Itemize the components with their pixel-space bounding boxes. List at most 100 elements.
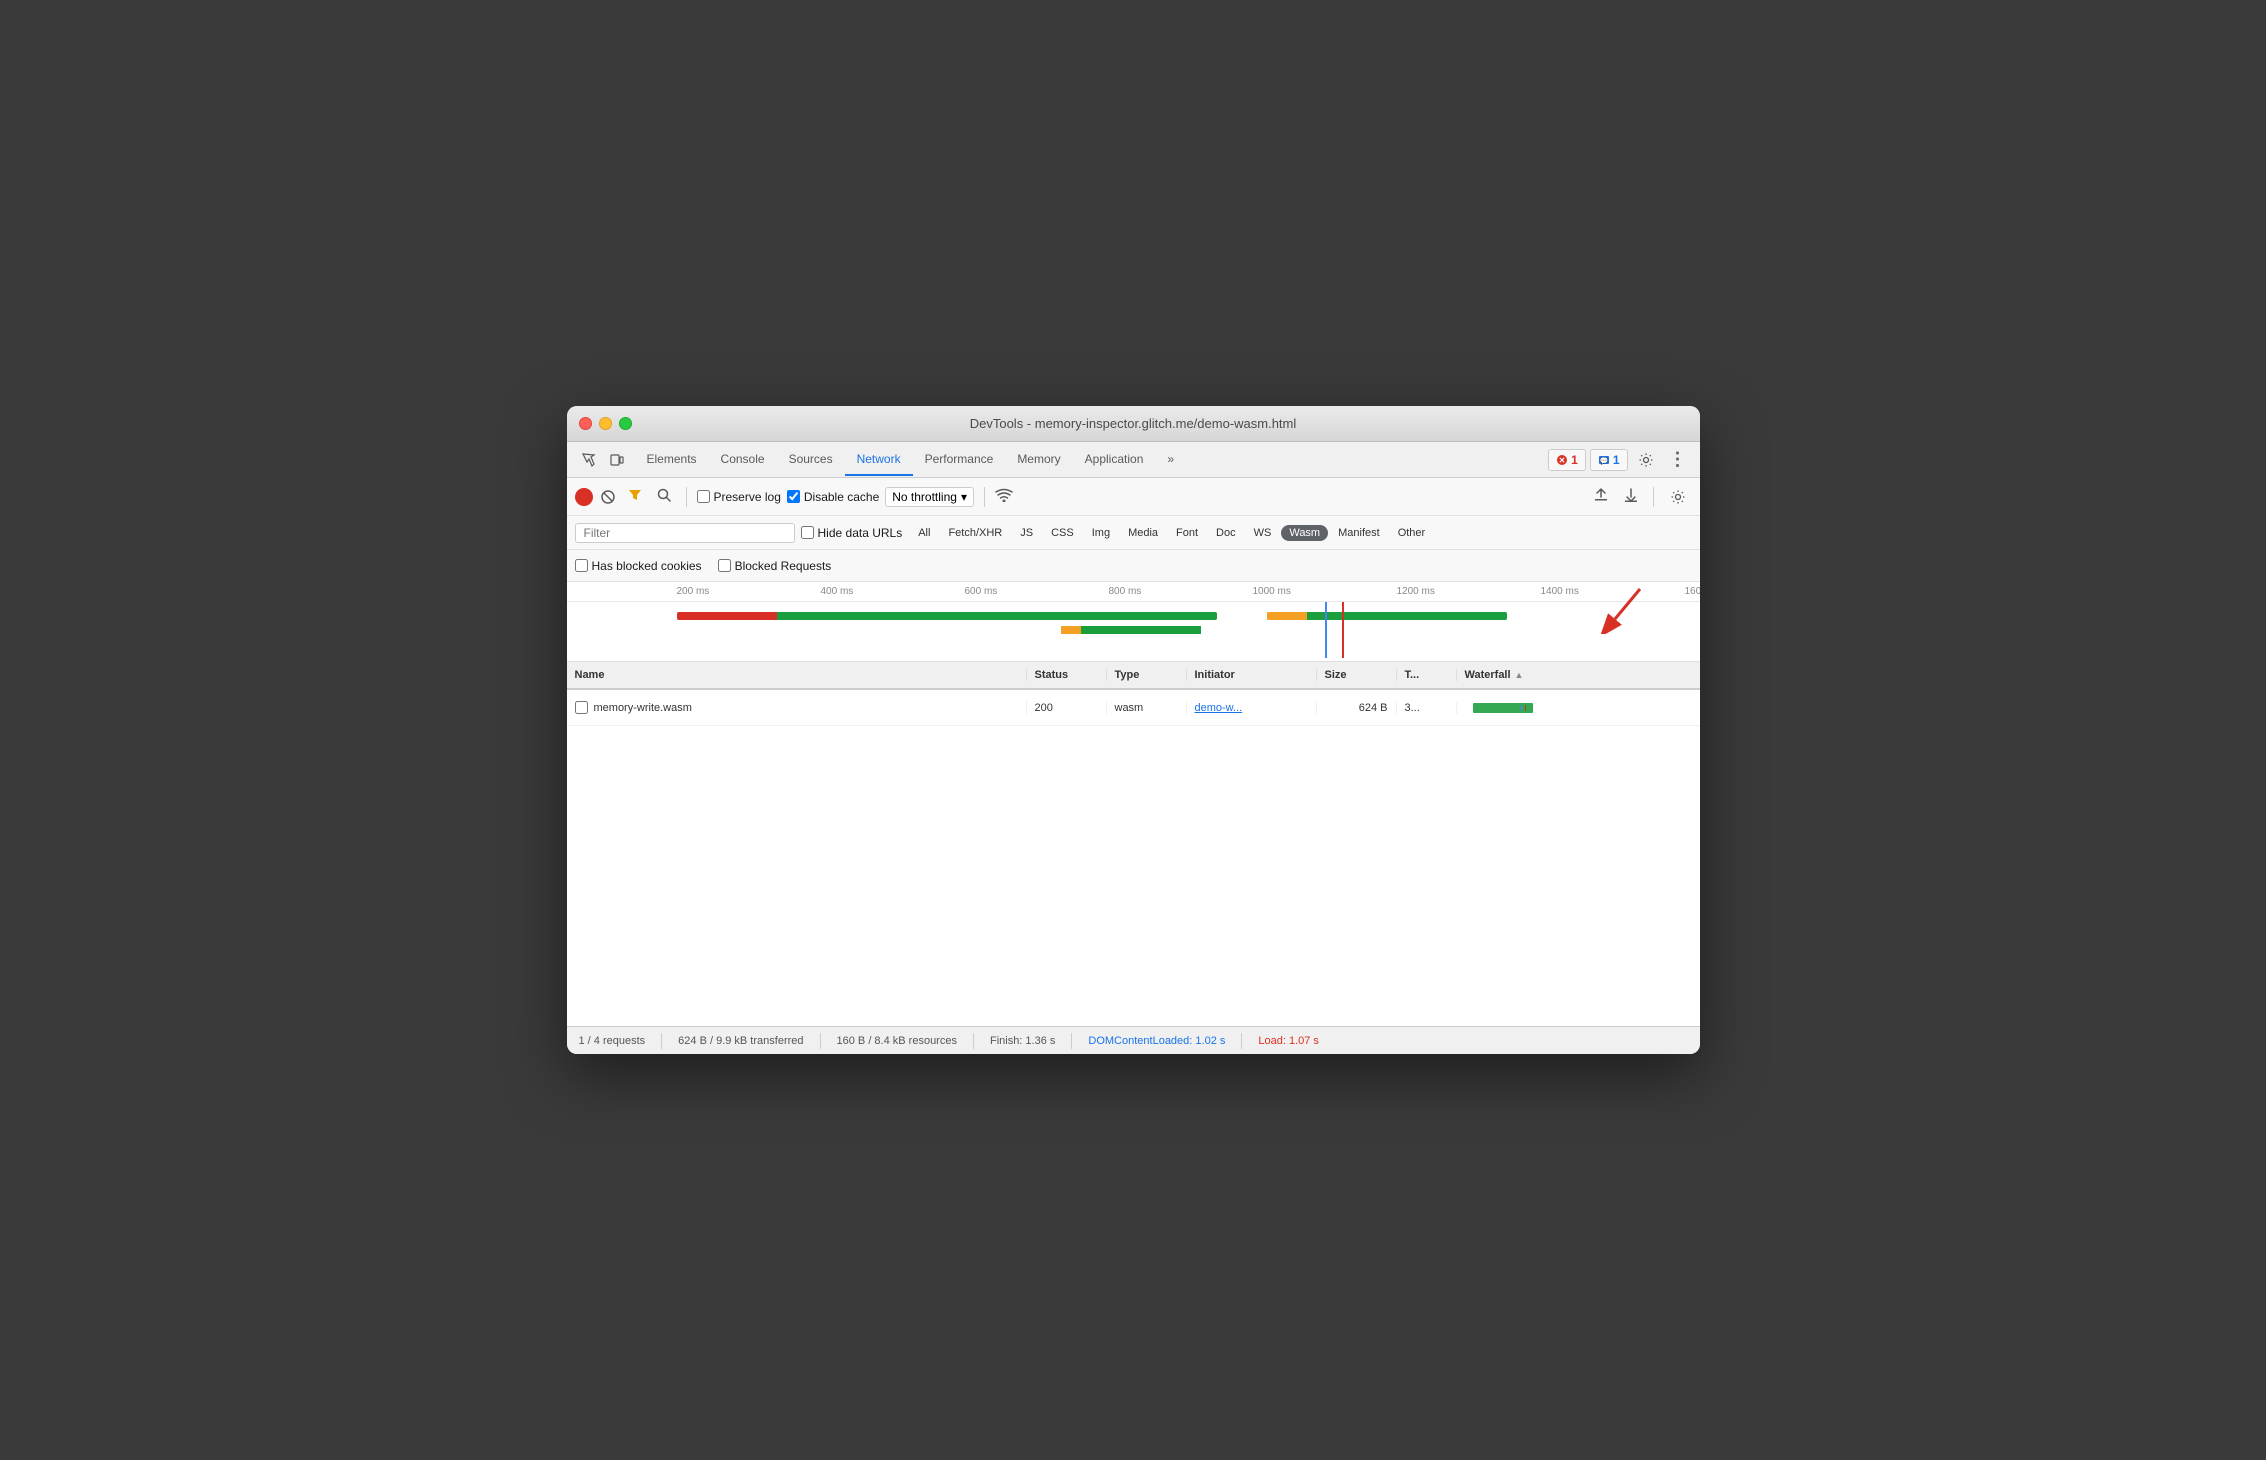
message-badge[interactable]: 💬 1 [1590, 449, 1628, 471]
tab-memory[interactable]: Memory [1005, 444, 1072, 476]
tab-console[interactable]: Console [709, 444, 777, 476]
filter-img[interactable]: Img [1084, 525, 1118, 541]
col-initiator[interactable]: Initiator [1187, 669, 1317, 681]
td-name: memory-write.wasm [567, 701, 1027, 714]
filter-font[interactable]: Font [1168, 525, 1206, 541]
download-icon[interactable] [1619, 485, 1643, 508]
svg-text:✕: ✕ [1559, 456, 1566, 465]
tab-application[interactable]: Application [1073, 444, 1156, 476]
ruler-mark-200: 200 ms [677, 586, 821, 597]
toolbar-right: ✕ 1 💬 1 ⋮ [1548, 446, 1691, 474]
tab-performance[interactable]: Performance [913, 444, 1006, 476]
table-header: Name Status Type Initiator Size T... Wat… [567, 662, 1700, 690]
filter-icon[interactable] [623, 485, 647, 508]
status-finish: Finish: 1.36 s [990, 1035, 1055, 1047]
status-divider-1 [661, 1033, 662, 1049]
sort-icon: ▲ [1515, 670, 1524, 680]
wf-blue-line [1520, 705, 1522, 711]
timeline-bar-1-red [677, 612, 777, 620]
throttling-selector[interactable]: No throttling ▾ [885, 487, 974, 507]
filter-all[interactable]: All [910, 525, 938, 541]
waterfall-bar [1473, 703, 1533, 713]
window-title: DevTools - memory-inspector.glitch.me/de… [970, 416, 1297, 431]
filter-doc[interactable]: Doc [1208, 525, 1244, 541]
search-icon[interactable] [653, 486, 676, 508]
status-dom-loaded: DOMContentLoaded: 1.02 s [1088, 1035, 1225, 1047]
td-status: 200 [1027, 702, 1107, 714]
td-waterfall [1457, 703, 1700, 713]
tab-more[interactable]: » [1155, 444, 1186, 476]
ruler-mark-1400: 1400 ms [1541, 586, 1685, 597]
ruler-mark-400: 400 ms [821, 586, 965, 597]
title-bar: DevTools - memory-inspector.glitch.me/de… [567, 406, 1700, 442]
more-options-icon[interactable]: ⋮ [1664, 446, 1692, 474]
maximize-button[interactable] [619, 417, 632, 430]
filter-other[interactable]: Other [1390, 525, 1434, 541]
record-button[interactable] [575, 488, 593, 506]
filter-js[interactable]: JS [1012, 525, 1041, 541]
timeline-vline-red [1342, 602, 1344, 658]
table-row[interactable]: memory-write.wasm 200 wasm demo-w... 624… [567, 690, 1700, 726]
preserve-log-checkbox[interactable]: Preserve log [697, 490, 781, 504]
col-status[interactable]: Status [1027, 669, 1107, 681]
timeline-bar-1-green [777, 612, 1217, 620]
blocked-requests-checkbox[interactable]: Blocked Requests [718, 559, 832, 573]
error-badge[interactable]: ✕ 1 [1548, 449, 1586, 471]
disable-cache-checkbox[interactable]: Disable cache [787, 490, 879, 504]
ruler-mark-1200: 1200 ms [1397, 586, 1541, 597]
tab-elements[interactable]: Elements [635, 444, 709, 476]
tab-network[interactable]: Network [845, 444, 913, 476]
col-waterfall[interactable]: Waterfall ▲ [1457, 669, 1700, 681]
ruler-mark-800: 800 ms [1109, 586, 1253, 597]
message-count: 1 [1613, 453, 1620, 467]
upload-icon[interactable] [1589, 485, 1613, 508]
status-divider-2 [820, 1033, 821, 1049]
timeline-bar-2-orange [1061, 626, 1081, 634]
td-time: 3... [1397, 702, 1457, 714]
minimize-button[interactable] [599, 417, 612, 430]
filter-ws[interactable]: WS [1246, 525, 1280, 541]
td-size: 624 B [1317, 702, 1397, 714]
network-table: Name Status Type Initiator Size T... Wat… [567, 662, 1700, 1026]
throttling-dropdown-icon: ▾ [961, 490, 967, 504]
filter-chips: Hide data URLs All Fetch/XHR JS CSS Img … [801, 525, 1434, 541]
tab-sources[interactable]: Sources [777, 444, 845, 476]
timeline-bar-3-orange [1267, 612, 1307, 620]
close-button[interactable] [579, 417, 592, 430]
timeline-bar-2-green [1081, 626, 1201, 634]
clear-button[interactable] [599, 488, 617, 506]
network-settings-icon[interactable] [1664, 483, 1692, 511]
col-time[interactable]: T... [1397, 669, 1457, 681]
devtools-tabs-bar: Elements Console Sources Network Perform… [567, 442, 1700, 478]
td-type: wasm [1107, 702, 1187, 714]
timeline-tracks [677, 602, 1700, 658]
filter-input[interactable] [575, 523, 795, 543]
filter-bar: Hide data URLs All Fetch/XHR JS CSS Img … [567, 516, 1700, 550]
status-divider-4 [1071, 1033, 1072, 1049]
filter-fetch-xhr[interactable]: Fetch/XHR [940, 525, 1010, 541]
empty-rows-area [567, 726, 1700, 1026]
filter-media[interactable]: Media [1120, 525, 1166, 541]
traffic-lights [579, 417, 632, 430]
hide-data-urls-checkbox[interactable]: Hide data URLs [801, 526, 903, 540]
has-blocked-cookies-checkbox[interactable]: Has blocked cookies [575, 559, 702, 573]
timeline-area: 200 ms 400 ms 600 ms 800 ms 1000 ms 1200… [567, 582, 1700, 662]
status-divider-5 [1241, 1033, 1242, 1049]
filter-manifest[interactable]: Manifest [1330, 525, 1388, 541]
devtools-window: DevTools - memory-inspector.glitch.me/de… [567, 406, 1700, 1054]
error-count: 1 [1571, 453, 1578, 467]
td-initiator[interactable]: demo-w... [1187, 702, 1317, 714]
wf-red-line [1525, 705, 1527, 711]
toolbar-divider [686, 487, 687, 507]
inspect-element-icon[interactable] [575, 446, 603, 474]
col-size[interactable]: Size [1317, 669, 1397, 681]
status-requests: 1 / 4 requests [579, 1035, 646, 1047]
device-mode-icon[interactable] [603, 446, 631, 474]
filter-wasm[interactable]: Wasm [1281, 525, 1328, 541]
filter-css[interactable]: CSS [1043, 525, 1082, 541]
row-checkbox[interactable] [575, 701, 588, 714]
settings-icon[interactable] [1632, 446, 1660, 474]
status-bar: 1 / 4 requests 624 B / 9.9 kB transferre… [567, 1026, 1700, 1054]
col-type[interactable]: Type [1107, 669, 1187, 681]
col-name[interactable]: Name [567, 669, 1027, 681]
